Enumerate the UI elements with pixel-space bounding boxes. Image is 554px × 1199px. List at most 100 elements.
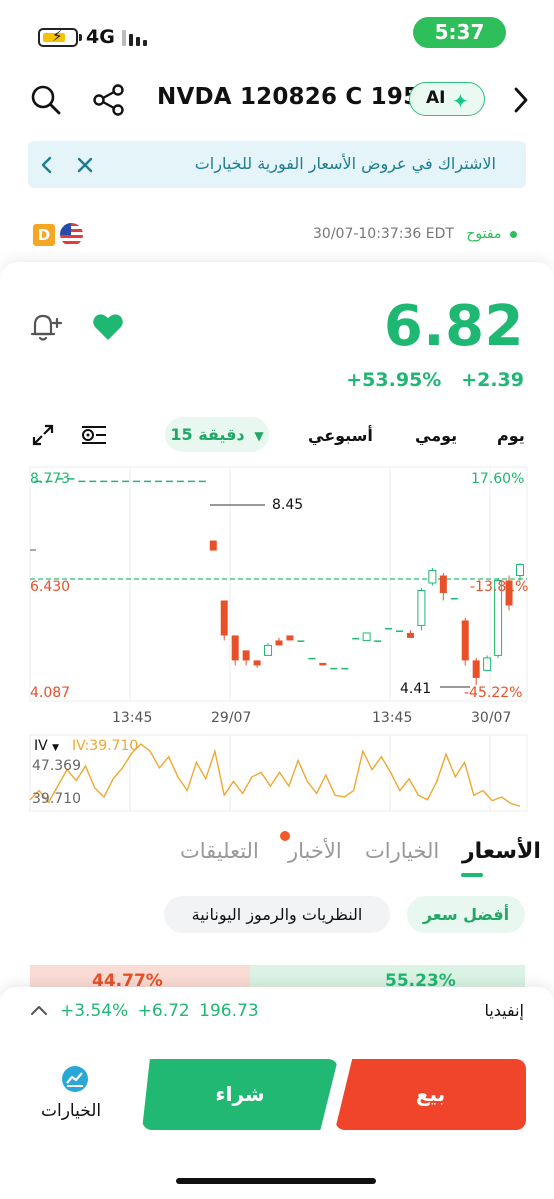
fullscreen-icon[interactable] — [31, 423, 55, 447]
options-label[interactable]: الخيارات — [41, 1101, 101, 1121]
candle-body — [187, 480, 195, 483]
candle-body — [516, 564, 524, 577]
market-status-line: 30/07-10:37:36 EDT مفتوح — [313, 226, 517, 242]
battery-tip — [79, 34, 82, 41]
caret-down-icon: ▼ — [52, 743, 60, 753]
candle-body — [165, 480, 173, 483]
chip-greeks[interactable]: النظريات والرموز اليونانية — [164, 896, 390, 933]
quote-card-edge — [0, 262, 554, 282]
sparkle-icon: ✦ — [452, 89, 469, 113]
y-bot-right: -45.22% — [464, 685, 523, 701]
candle-body — [483, 657, 492, 671]
candle-body — [308, 657, 316, 660]
low-annotation: 4.41 — [400, 681, 431, 697]
favorite-heart-icon[interactable] — [92, 312, 124, 341]
tab-comments[interactable]: التعليقات — [180, 839, 259, 863]
candle-body — [155, 480, 162, 483]
candle-body — [385, 627, 393, 630]
iv-selector[interactable]: IV ▼ — [34, 738, 59, 754]
candle-body — [231, 635, 239, 661]
candle-body — [297, 640, 305, 642]
open-status-dot — [509, 230, 517, 238]
x-label-4: 30/07 — [471, 710, 512, 726]
candle-body — [264, 644, 273, 656]
y-mid-left: 6.430 — [30, 579, 71, 595]
candle-body — [89, 480, 97, 483]
network-type: 4G — [86, 26, 115, 48]
search-icon[interactable] — [30, 84, 62, 116]
buy-ratio-bar: 55.23% — [250, 965, 525, 991]
timestamp: 30/07-10:37:36 EDT — [313, 226, 454, 242]
chart-settings-icon[interactable] — [80, 424, 108, 446]
home-indicator — [176, 1178, 376, 1184]
add-alert-icon[interactable] — [28, 310, 62, 344]
candle-body — [417, 589, 426, 626]
underlying-price: 196.73 — [199, 1001, 259, 1021]
candle-body — [472, 660, 480, 678]
signal-icon — [122, 30, 150, 46]
clock-pill: 5:37 — [413, 17, 506, 48]
active-tab-indicator — [461, 873, 483, 877]
y-bot-left: 4.087 — [30, 685, 71, 701]
candle-body — [78, 480, 86, 483]
candle-body — [242, 650, 250, 661]
tab-prices[interactable]: الأسعار — [462, 839, 541, 864]
ai-button[interactable]: AI ✦ — [409, 82, 485, 116]
chip-best-price[interactable]: أفضل سعر — [407, 896, 525, 933]
candle-body — [362, 632, 371, 641]
tab-weekly[interactable]: أسبوعي — [308, 426, 373, 445]
tab-day[interactable]: يوم — [497, 426, 525, 445]
iv-value-label: IV:39.710 — [72, 738, 139, 754]
last-price: 6.82 — [383, 294, 524, 359]
sell-button[interactable]: بيع — [335, 1059, 526, 1130]
x-label-1: 13:45 — [112, 710, 153, 726]
iv-bot-label: 39.710 — [32, 791, 81, 807]
market-open-label: مفتوح — [466, 226, 502, 242]
sell-ratio-bar: 44.77% — [30, 965, 250, 991]
candle-body — [406, 632, 414, 638]
underlying-change: +6.72 — [137, 1001, 190, 1021]
candle-body — [341, 667, 349, 670]
candle-body — [428, 570, 437, 584]
interval-dropdown[interactable]: 15 دقيقة ▼ — [165, 417, 269, 452]
battery-icon: ⚡ — [38, 27, 78, 47]
candle-body — [439, 575, 447, 593]
underlying-name[interactable]: إنفيديا — [484, 1001, 524, 1020]
tab-news[interactable]: الأخبار — [288, 839, 342, 863]
sell-label: بيع — [415, 1082, 446, 1106]
tab-daily[interactable]: يومي — [415, 426, 457, 445]
chevron-up-icon[interactable] — [30, 1004, 48, 1016]
iv-top-label: 47.369 — [32, 758, 81, 774]
buy-button[interactable]: شراء — [142, 1059, 338, 1130]
share-icon[interactable] — [92, 83, 126, 117]
us-flag-icon — [60, 223, 83, 246]
candle-body — [396, 630, 403, 632]
underlying-change-pct: +3.54% — [60, 1001, 129, 1021]
chevron-right-icon[interactable] — [512, 86, 530, 114]
candle-body — [144, 480, 152, 483]
candle-body — [352, 637, 360, 640]
tab-options[interactable]: الخيارات — [365, 839, 439, 863]
options-chart-icon[interactable] — [61, 1065, 89, 1093]
chevron-left-icon[interactable] — [40, 155, 54, 175]
candle-body — [100, 480, 108, 483]
x-label-3: 13:45 — [372, 710, 413, 726]
y-top-right: 17.60% — [471, 471, 525, 487]
ai-label: AI — [426, 88, 446, 108]
x-label-2: 29/07 — [211, 710, 252, 726]
candle-body — [450, 597, 458, 600]
underlying-quote[interactable]: +3.54% +6.72 196.73 — [60, 1001, 259, 1021]
candle-body — [133, 480, 141, 483]
candle-body — [330, 667, 338, 670]
candle-body — [220, 600, 228, 636]
candle-body — [176, 480, 184, 483]
candle-body — [374, 640, 382, 642]
subscription-banner[interactable]: الاشتراك في عروض الأسعار الفورية للخيارا… — [28, 141, 526, 188]
change-percent: +53.95% — [346, 369, 442, 391]
news-notification-dot — [280, 831, 290, 841]
candle-body — [209, 540, 217, 551]
symbol-title: NVDA 120826 C 195 — [157, 84, 420, 110]
close-icon[interactable] — [76, 156, 94, 174]
price-change: +53.95% +2.39 — [346, 369, 524, 391]
iv-selector-label: IV — [34, 738, 48, 754]
